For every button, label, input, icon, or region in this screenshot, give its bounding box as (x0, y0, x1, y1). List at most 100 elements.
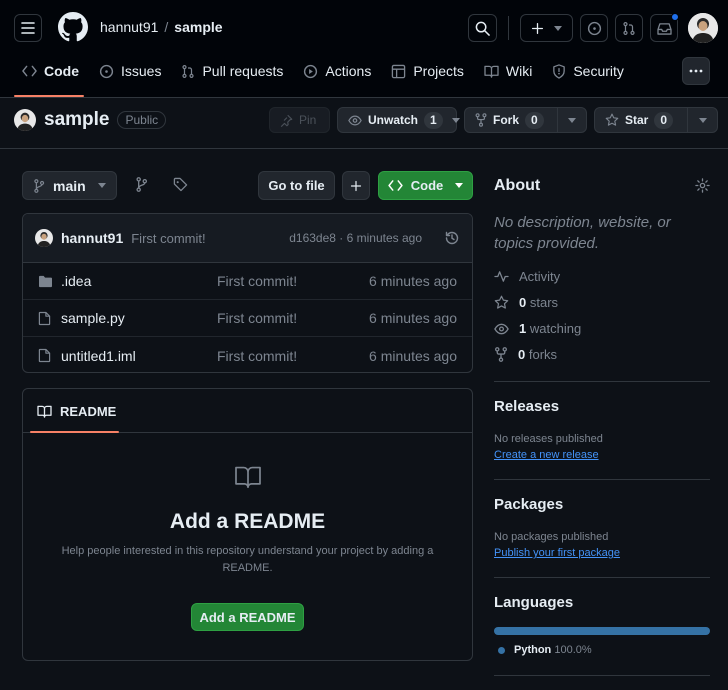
branches-link[interactable] (135, 177, 148, 192)
file-name[interactable]: untitled1.iml (61, 348, 136, 364)
commit-author-avatar[interactable] (35, 229, 53, 247)
history-icon[interactable] (444, 230, 460, 246)
book-icon (484, 65, 499, 78)
fork-button[interactable]: Fork 0 (465, 108, 557, 132)
tab-security[interactable]: Security (542, 56, 634, 86)
commit-sha-time[interactable]: d163de8 · 6 minutes ago (289, 231, 422, 245)
tab-wiki[interactable]: Wiki (474, 56, 542, 86)
tab-label: Pull requests (202, 63, 284, 79)
breadcrumb-repo[interactable]: sample (174, 19, 222, 35)
stars-link[interactable]: 0 stars (494, 295, 558, 310)
file-commit-time: 6 minutes ago (369, 310, 457, 326)
file-icon (38, 311, 51, 325)
sidebar-divider (494, 675, 710, 676)
active-tab-indicator (14, 95, 84, 97)
about-title: About (494, 177, 541, 194)
breadcrumb-owner[interactable]: hannut91 (100, 19, 158, 35)
tab-label: Projects (413, 63, 464, 79)
readme-book-icon (233, 465, 263, 489)
file-name[interactable]: sample.py (61, 310, 125, 326)
file-commit-message[interactable]: First commit! (217, 310, 297, 326)
stars-label: stars (529, 295, 559, 310)
eye-icon (348, 115, 362, 125)
fork-dropdown[interactable] (558, 117, 586, 123)
go-to-file-label: Go to file (268, 178, 325, 193)
code-button-label: Code (410, 178, 444, 193)
activity-link[interactable]: Activity (494, 269, 560, 284)
book-icon (235, 466, 261, 489)
file-row[interactable]: sample.py First commit! 6 minutes ago (23, 300, 472, 337)
language-item[interactable]: Python 100.0% (498, 644, 592, 656)
star-button[interactable]: Star 0 (595, 108, 687, 132)
branch-selector[interactable]: main (22, 171, 117, 200)
create-release-link[interactable]: Create a new release (494, 449, 599, 461)
code-button[interactable]: Code (378, 171, 473, 200)
publish-package-link[interactable]: Publish your first package (494, 547, 620, 559)
pull-requests-button[interactable] (615, 14, 643, 42)
repo-nav: Code Issues Pull requests Actions Projec… (12, 56, 634, 86)
tab-actions[interactable]: Actions (293, 56, 381, 86)
issues-button[interactable] (580, 14, 608, 42)
file-row[interactable]: untitled1.iml First commit! 6 minutes ag… (23, 337, 472, 372)
add-file-button[interactable] (342, 171, 370, 200)
readme-header: README (23, 389, 472, 433)
readme-empty-title: Add a README (169, 510, 326, 533)
add-readme-button[interactable]: Add a README (191, 603, 304, 631)
caret-down-icon (698, 117, 707, 123)
forks-label: forks (528, 347, 558, 362)
releases-title[interactable]: Releases (494, 398, 559, 415)
go-to-file-button[interactable]: Go to file (258, 171, 335, 200)
readme-empty-description: Help people interested in this repositor… (23, 543, 472, 577)
forks-link[interactable]: 0 forks (494, 347, 557, 362)
folder-icon (39, 275, 52, 287)
owner-avatar[interactable] (14, 109, 36, 131)
tab-projects[interactable]: Projects (381, 56, 474, 86)
watchers-link[interactable]: 1 watching (494, 321, 581, 336)
star-dropdown[interactable] (688, 117, 717, 123)
create-new-button[interactable] (520, 14, 573, 42)
breadcrumb-separator: / (164, 19, 169, 35)
packages-title[interactable]: Packages (494, 496, 563, 513)
tab-pull-requests[interactable]: Pull requests (171, 56, 293, 86)
watching-label: watching (529, 321, 582, 336)
user-avatar[interactable] (688, 13, 718, 43)
file-row[interactable]: .idea First commit! 6 minutes ago (23, 263, 472, 300)
repo-title-row: sample Public (14, 109, 167, 131)
file-commit-message[interactable]: First commit! (217, 273, 297, 289)
fork-button-group: Fork 0 (464, 107, 587, 133)
fork-icon (475, 113, 487, 127)
file-commit-message[interactable]: First commit! (217, 348, 297, 364)
file-name[interactable]: .idea (61, 273, 91, 289)
tags-link[interactable] (173, 177, 188, 192)
readme-panel: README Add a README Help people interest… (22, 388, 473, 661)
packages-empty: No packages published (494, 531, 609, 543)
readme-tab[interactable]: README (37, 404, 116, 419)
book-icon (37, 405, 52, 418)
file-commit-time: 6 minutes ago (369, 273, 457, 289)
more-tabs-button[interactable] (682, 57, 710, 85)
issue-icon (99, 64, 114, 78)
plus-icon (350, 180, 362, 191)
latest-commit-row: hannut91 First commit! d163de8 · 6 minut… (23, 214, 472, 263)
inbox-icon (656, 22, 672, 35)
repo-name[interactable]: sample (44, 109, 109, 131)
tab-code[interactable]: Code (12, 56, 89, 86)
sidebar-divider (494, 577, 710, 578)
file-list: hannut91 First commit! d163de8 · 6 minut… (22, 213, 473, 373)
commit-author[interactable]: hannut91 (61, 230, 123, 246)
inbox-button[interactable] (650, 13, 679, 42)
github-logo[interactable] (58, 12, 88, 42)
menu-button[interactable] (14, 14, 42, 42)
star-button-group: Star 0 (594, 107, 718, 133)
about-settings-button[interactable] (695, 178, 710, 193)
commit-message[interactable]: First commit! (131, 231, 205, 246)
tab-issues[interactable]: Issues (89, 56, 171, 86)
code-icon (22, 65, 37, 77)
search-button[interactable] (468, 14, 497, 42)
caret-down-icon (451, 117, 460, 123)
pin-button[interactable]: Pin (269, 107, 330, 133)
global-header: hannut91 / sample Code Issues Pull reque… (0, 0, 728, 98)
sidebar-divider (494, 381, 710, 382)
star-counter: 0 (654, 111, 674, 129)
unwatch-button[interactable]: Unwatch 1 (338, 108, 449, 132)
